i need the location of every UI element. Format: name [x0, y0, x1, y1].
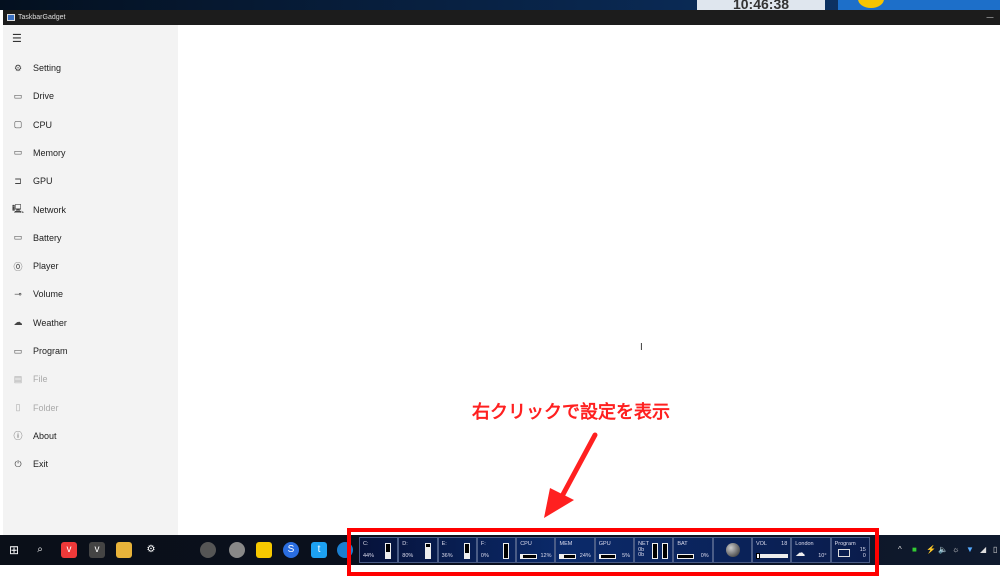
app-icon-c[interactable]: S [283, 542, 299, 558]
sidebar-item-label: Exit [33, 459, 49, 470]
battery-icon: ▭ [13, 232, 23, 243]
file-explorer-icon[interactable] [116, 542, 132, 558]
minimize-button[interactable]: — [980, 14, 1000, 21]
title-bar: TaskbarGadget — [3, 10, 1000, 25]
sidebar-item-label: Folder [33, 402, 59, 413]
sidebar-item-label: Program [33, 346, 68, 356]
tray-chevron-icon[interactable]: ^ [898, 545, 902, 554]
annotation-arrow [544, 432, 598, 518]
highlight-box [347, 528, 879, 576]
sidebar-item-file[interactable]: ▤ File [3, 367, 178, 391]
sidebar-item-label: CPU [33, 119, 53, 130]
vivaldi-snapshot-icon[interactable]: v [89, 542, 105, 558]
sidebar-item-cpu[interactable]: ▢ CPU [3, 113, 178, 137]
volume-icon: ⊸ [14, 288, 22, 299]
sidebar-item-label: GPU [33, 176, 53, 187]
sidebar-item-program[interactable]: ▭ Program [3, 339, 178, 363]
sidebar-item-memory[interactable]: ▭ Memory [3, 141, 178, 165]
cpu-icon: ▢ [13, 119, 23, 130]
sidebar-item-label: Setting [33, 63, 62, 73]
sidebar-item-label: Memory [33, 147, 66, 158]
sun-icon [858, 0, 884, 8]
drive-icon: ▭ [13, 90, 23, 101]
download-icon[interactable]: ▼ [966, 545, 974, 554]
sticky-notes-icon[interactable] [256, 542, 272, 558]
tray-power-icon[interactable]: ⚡ [926, 545, 936, 554]
wifi-icon[interactable]: ◢ [980, 545, 986, 554]
sidebar-item-label: Weather [33, 317, 67, 328]
sidebar-item-label: Player [33, 261, 59, 272]
sidebar-item-exit[interactable]: ⏻ Exit [3, 452, 178, 476]
memory-icon: ▭ [13, 147, 23, 158]
gpu-icon: ⊐ [14, 175, 22, 186]
sidebar-item-label: Battery [33, 232, 62, 243]
sidebar-item-label: File [33, 374, 48, 385]
battery-tray-icon[interactable]: ▯ [993, 545, 997, 554]
sidebar-item-volume[interactable]: ⊸ Volume [3, 282, 178, 306]
sidebar-item-drive[interactable]: ▭ Drive [3, 84, 178, 108]
sidebar-item-label: Volume [33, 289, 64, 300]
app-window: TaskbarGadget — ☰ ⚙ Setting ▭ Drive ▢ CPU ▭ Mem… [3, 10, 1000, 535]
network-icon: 🖳 [11, 203, 24, 214]
annotation-text: 右クリックで設定を表示 [472, 402, 670, 422]
speaker-icon[interactable]: 🔈 [938, 545, 948, 554]
file-icon: ▤ [13, 373, 23, 384]
hamburger-icon[interactable]: ☰ [12, 32, 22, 45]
twitter-icon[interactable]: t [311, 542, 327, 558]
sidebar-item-weather[interactable]: ☁ Weather [3, 311, 178, 335]
settings-gear-icon[interactable]: ⚙ [143, 542, 159, 558]
app-icon-b[interactable] [229, 542, 245, 558]
weather-icon: ☁ [13, 317, 23, 328]
app-icon [7, 14, 15, 21]
sidebar-item-battery[interactable]: ▭ Battery [3, 226, 178, 250]
sidebar-item-setting[interactable]: ⚙ Setting [3, 56, 178, 80]
folder-icon: ▯ [15, 402, 21, 413]
window-title: TaskbarGadget [18, 14, 66, 21]
search-icon[interactable]: ⌕ [32, 542, 48, 558]
app-icon-a[interactable] [200, 542, 216, 558]
sidebar-item-player[interactable]: ⓪ Player [3, 254, 178, 278]
brightness-icon[interactable]: ☼ [952, 545, 959, 554]
gear-icon: ⚙ [13, 62, 23, 73]
player-icon: ⓪ [13, 261, 23, 272]
weather-widget [838, 0, 1000, 10]
sidebar-item-gpu[interactable]: ⊐ GPU [3, 169, 178, 193]
sidebar-item-label: Drive [33, 91, 55, 102]
desktop-background: 10:46:38 [0, 0, 1000, 10]
info-icon: ⓘ [13, 431, 23, 442]
desktop-clock: 10:46:38 [697, 0, 825, 10]
windows-start-icon[interactable]: ⊞ [6, 542, 22, 558]
sidebar: ☰ ⚙ Setting ▭ Drive ▢ CPU ▭ Memory ⊐ GPU 🖳 Network ▭… [3, 25, 178, 535]
vivaldi-icon[interactable]: v [61, 542, 77, 558]
sidebar-item-folder[interactable]: ▯ Folder [3, 396, 178, 420]
sidebar-item-label: About [33, 430, 57, 441]
text-cursor-icon: I [640, 342, 643, 353]
tray-app-icon[interactable]: ■ [912, 545, 917, 554]
sidebar-item-about[interactable]: ⓘ About [3, 424, 178, 448]
sidebar-item-label: Network [33, 204, 67, 215]
program-icon: ▭ [13, 345, 23, 356]
sidebar-item-network[interactable]: 🖳 Network [3, 198, 178, 222]
power-icon: ⏻ [14, 458, 22, 469]
